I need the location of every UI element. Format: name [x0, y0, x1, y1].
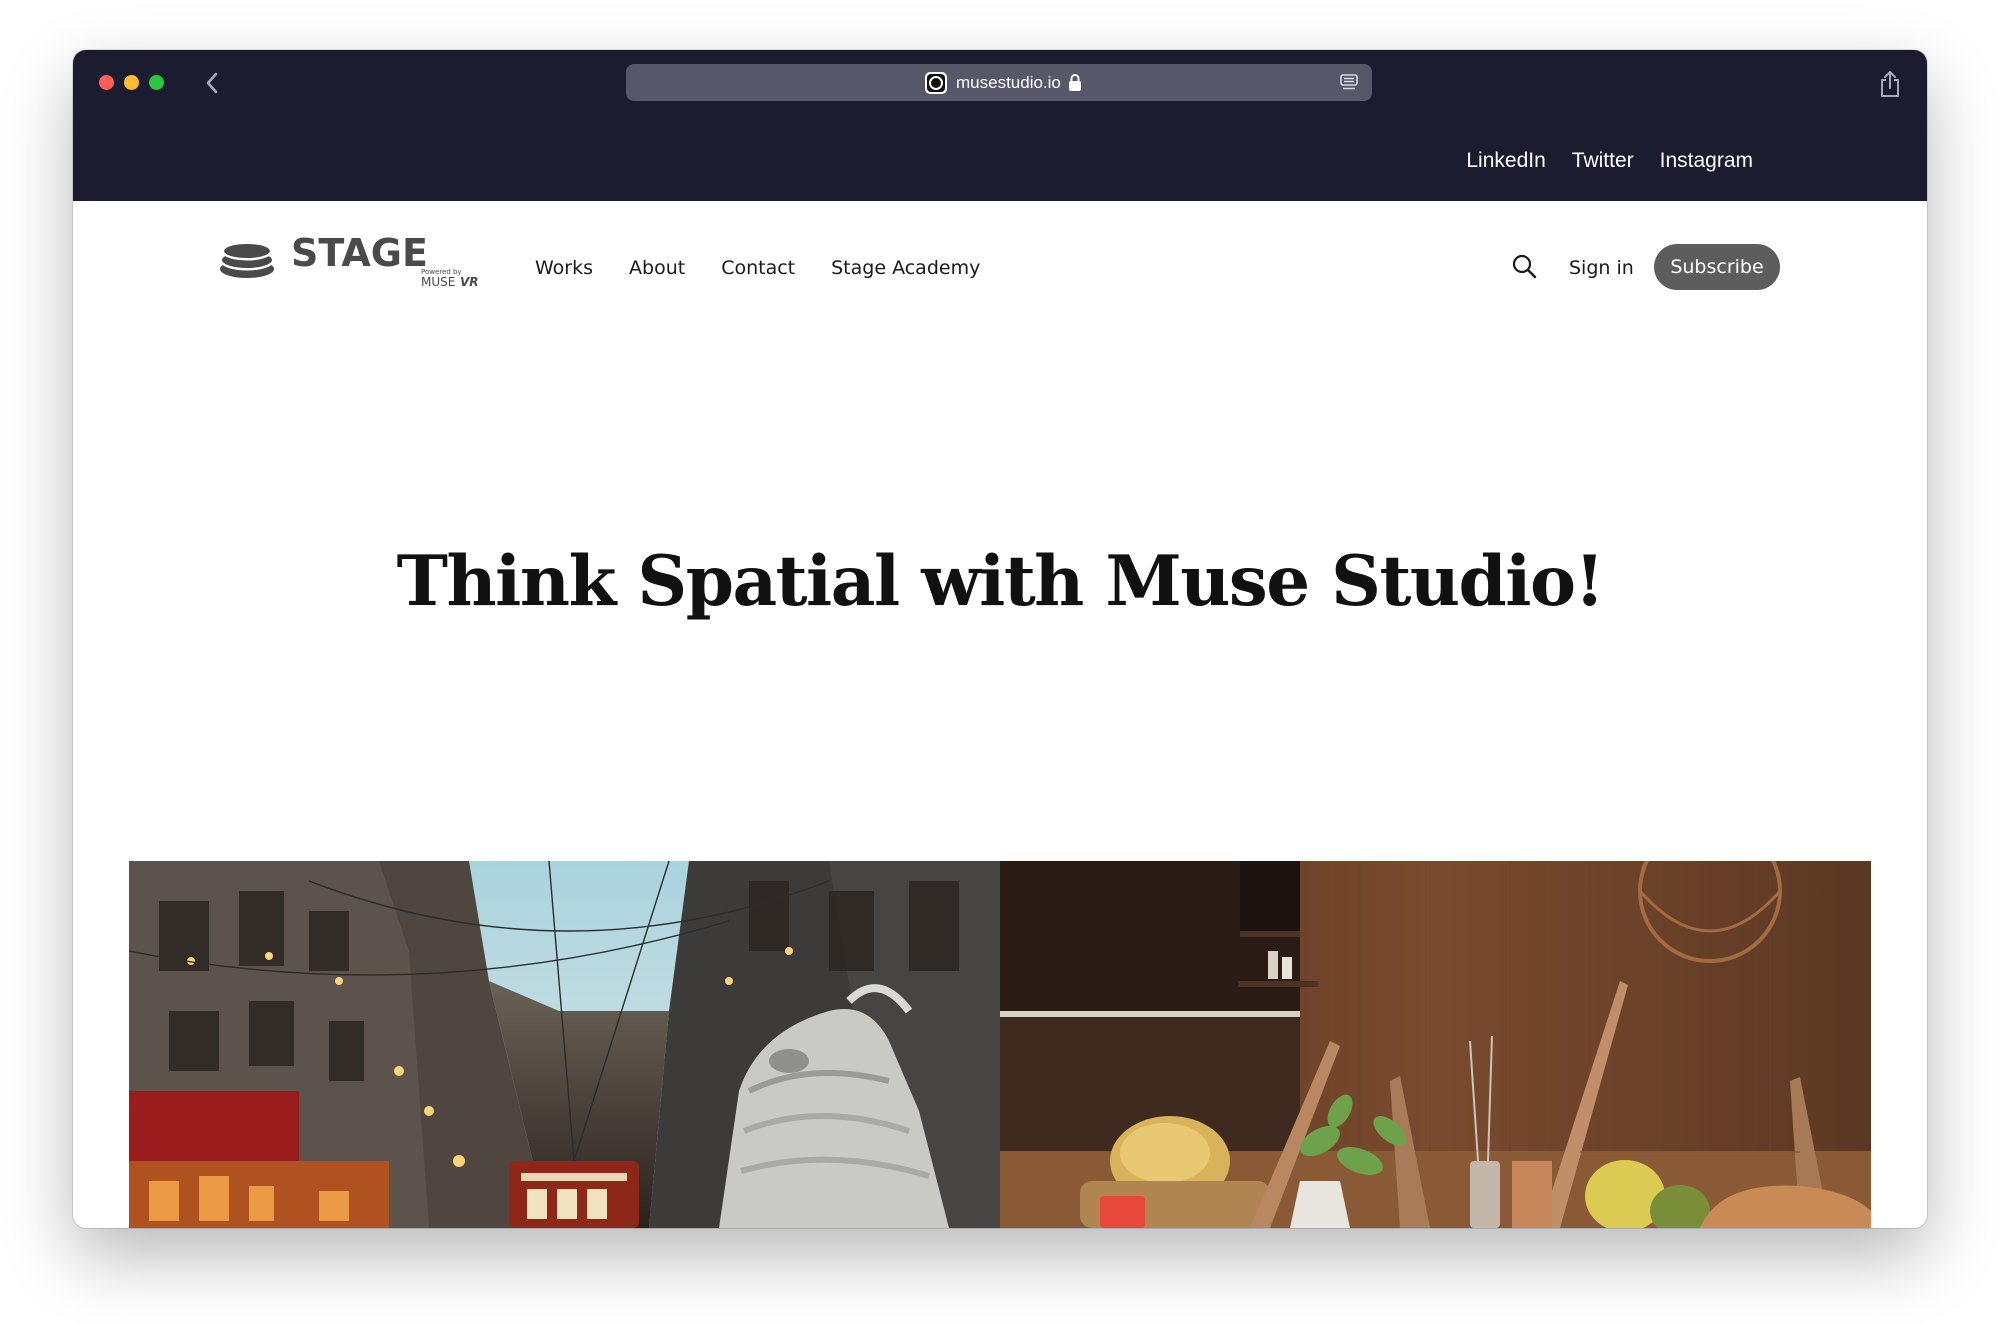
social-link-instagram[interactable]: Instagram: [1660, 148, 1753, 174]
minimize-window-button[interactable]: [124, 75, 139, 90]
gallery-item-kitchen[interactable]: [1000, 861, 1871, 1228]
site-header: STAGE Powered by MUSE VR Works About Con…: [73, 201, 1927, 311]
nav-item-contact[interactable]: Contact: [721, 256, 795, 280]
kitchen-knives-image: [1000, 861, 1871, 1228]
close-window-button[interactable]: [99, 75, 114, 90]
street-sneaker-image: [129, 861, 1000, 1228]
browser-window: musestudio.io LinkedIn Twitter Instagram…: [73, 50, 1927, 1228]
site-favicon-icon: [924, 71, 948, 95]
subscribe-button[interactable]: Subscribe: [1654, 244, 1780, 290]
logo-brand: MUSE: [421, 275, 455, 289]
back-icon[interactable]: [201, 70, 225, 96]
social-link-linkedin[interactable]: LinkedIn: [1466, 148, 1545, 174]
logo-brand-suffix: VR: [460, 275, 479, 289]
zoom-window-button[interactable]: [149, 75, 164, 90]
url-text: musestudio.io: [956, 73, 1061, 92]
social-link-twitter[interactable]: Twitter: [1572, 148, 1634, 174]
works-gallery: [129, 861, 1871, 1228]
gallery-item-street[interactable]: [129, 861, 1000, 1228]
stage-logo[interactable]: STAGE Powered by MUSE VR: [219, 229, 479, 289]
address-bar[interactable]: musestudio.io: [626, 64, 1372, 101]
hero-title: Think Spatial with Muse Studio!: [396, 541, 1605, 622]
nav-item-works[interactable]: Works: [535, 256, 593, 280]
logo-wordmark: STAGE: [291, 231, 428, 275]
sign-in-link[interactable]: Sign in: [1569, 256, 1634, 280]
nav-item-about[interactable]: About: [629, 256, 685, 280]
search-icon[interactable]: [1510, 252, 1538, 280]
lock-icon: [1068, 73, 1082, 92]
share-icon[interactable]: [1879, 70, 1901, 98]
main-nav: Works About Contact Stage Academy: [535, 256, 980, 280]
reader-mode-icon[interactable]: [1339, 73, 1359, 92]
social-links: LinkedIn Twitter Instagram: [1466, 148, 1753, 174]
top-bar: musestudio.io LinkedIn Twitter Instagram: [73, 50, 1927, 201]
nav-item-stage-academy[interactable]: Stage Academy: [831, 256, 980, 280]
